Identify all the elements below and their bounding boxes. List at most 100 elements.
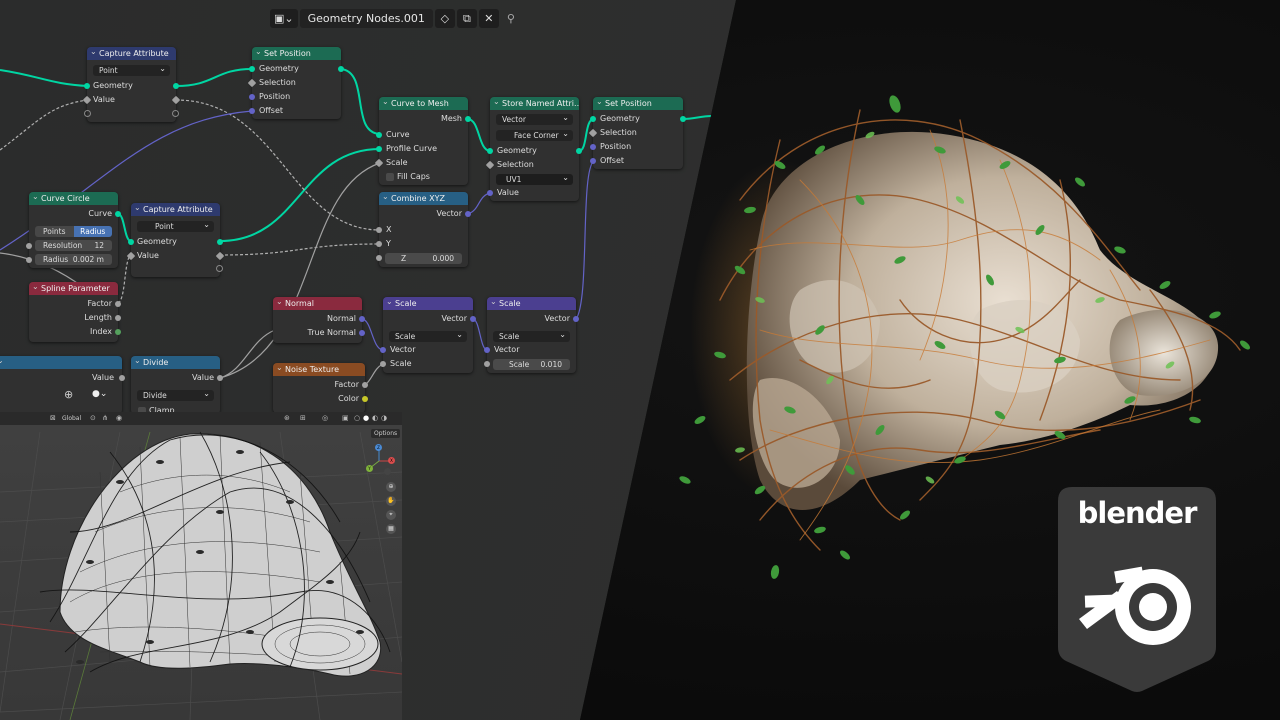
fake-user-icon[interactable]: ◇ xyxy=(434,9,455,28)
vector-output-socket[interactable] xyxy=(465,211,471,217)
geometry-output-socket[interactable] xyxy=(680,116,686,122)
z-field[interactable]: Z 0.000 xyxy=(385,253,462,264)
mode-radius[interactable]: Radius xyxy=(73,226,112,237)
vector-input-socket[interactable] xyxy=(484,347,490,353)
zoom-icon[interactable]: ⊕ xyxy=(64,388,73,401)
curve-input-socket[interactable] xyxy=(376,132,382,138)
orientation-icon[interactable]: ⊠ xyxy=(50,414,56,422)
close-icon[interactable]: ✕ xyxy=(478,9,499,28)
operation-dropdown[interactable]: Divide xyxy=(137,388,214,401)
node-tree-name[interactable]: Geometry Nodes.001 xyxy=(299,9,433,28)
scale-socket[interactable] xyxy=(484,361,490,367)
offset-socket[interactable] xyxy=(590,158,596,164)
mesh-output-socket[interactable] xyxy=(465,116,471,122)
factor-socket[interactable] xyxy=(362,382,368,388)
scale-socket[interactable] xyxy=(380,361,386,367)
domain-dropdown[interactable]: Point xyxy=(93,63,170,76)
overlay-icon[interactable]: ◎ xyxy=(322,414,328,422)
vector-scale-node-2[interactable]: Scale Vector Scale Vector Scale 0.010 xyxy=(484,297,579,373)
extra-output-socket[interactable] xyxy=(216,265,223,272)
store-named-attribute-node[interactable]: Store Named Attri... Vector Face Corner … xyxy=(485,97,582,201)
normal-socket[interactable] xyxy=(359,316,365,322)
domain-dropdown[interactable]: Face Corner xyxy=(496,128,573,141)
snap-icon[interactable]: ⋔ xyxy=(102,414,108,422)
geometry-output-socket[interactable] xyxy=(338,66,344,72)
value-socket[interactable] xyxy=(487,190,493,196)
true-normal-socket[interactable] xyxy=(359,330,365,336)
pin-icon[interactable]: ⚲ xyxy=(501,9,521,28)
combine-xyz-node[interactable]: Combine XYZ Vector X Y Z 0.000 xyxy=(376,192,471,267)
shading-wire-icon[interactable]: ○ xyxy=(354,414,360,422)
geometry-output-socket[interactable] xyxy=(217,239,223,245)
radius-field[interactable]: Radius 0.002 m xyxy=(35,254,112,265)
value-output-socket[interactable] xyxy=(119,375,125,381)
attribute-name-field[interactable]: UV1 xyxy=(496,172,573,185)
shading-rendered-icon[interactable]: ◑ xyxy=(381,414,387,422)
geometry-output-socket[interactable] xyxy=(173,83,179,89)
data-type-dropdown[interactable]: Vector xyxy=(496,112,573,125)
options-dropdown[interactable]: Options xyxy=(371,429,401,438)
orientation-dropdown[interactable]: Global xyxy=(62,415,81,422)
pivot-icon[interactable]: ⊙ xyxy=(90,414,96,422)
gizmo-x[interactable]: X xyxy=(388,457,395,464)
vector-input-socket[interactable] xyxy=(380,347,386,353)
proportional-icon[interactable]: ◉ xyxy=(116,414,122,422)
spline-parameter-node[interactable]: Spline Parameter Factor Length Index xyxy=(29,282,121,342)
mode-toggle[interactable]: Points Radius xyxy=(35,226,112,237)
node-tree-icon[interactable]: ▣⌄ xyxy=(270,9,298,28)
index-socket[interactable] xyxy=(115,329,121,335)
mode-points[interactable]: Points xyxy=(35,226,74,237)
offset-socket[interactable] xyxy=(249,108,255,114)
geometry-output-socket[interactable] xyxy=(576,148,582,154)
length-socket[interactable] xyxy=(115,315,121,321)
operation-dropdown[interactable]: Scale xyxy=(389,329,467,342)
color-socket[interactable] xyxy=(362,396,368,402)
geometry-input-socket[interactable] xyxy=(84,83,90,89)
curve-to-mesh-node[interactable]: Curve to Mesh Mesh Curve Profile Curve S… xyxy=(374,97,471,185)
gizmo-y[interactable]: Y xyxy=(366,465,373,472)
gizmo-z[interactable]: Z xyxy=(375,444,382,451)
fill-caps-checkbox[interactable] xyxy=(386,173,394,181)
capture-attribute-node[interactable]: Capture Attribute Point Geometry Value xyxy=(82,47,181,122)
position-socket[interactable] xyxy=(249,94,255,100)
camera-icon[interactable]: ⌖ xyxy=(386,510,396,520)
resolution-field[interactable]: Resolution 12 xyxy=(35,240,112,251)
shading-dot-icon[interactable]: ●⌄ xyxy=(92,389,107,399)
divide-node[interactable]: Divide Value Divide Clamp xyxy=(131,356,223,415)
zoom-nav-icon[interactable]: ⊕ xyxy=(386,482,396,492)
position-socket[interactable] xyxy=(590,144,596,150)
domain-dropdown[interactable]: Point xyxy=(137,219,214,232)
vector-output-socket[interactable] xyxy=(470,316,476,322)
factor-socket[interactable] xyxy=(115,301,121,307)
x-socket[interactable] xyxy=(376,227,382,233)
normal-node[interactable]: Normal Normal True Normal xyxy=(273,297,365,343)
gizmo-neg[interactable] xyxy=(384,468,391,475)
xray-icon[interactable]: ▣ xyxy=(342,414,349,422)
scale-field[interactable]: Scale 0.010 xyxy=(493,359,570,370)
y-socket[interactable] xyxy=(376,241,382,247)
gizmo-toggle-icon[interactable]: ⊞ xyxy=(300,414,306,422)
curve-circle-node[interactable]: Curve Circle Curve Points Radius Resolut… xyxy=(26,192,121,268)
geometry-input-socket[interactable] xyxy=(128,239,134,245)
extra-input-socket[interactable] xyxy=(84,110,91,117)
set-position-node[interactable]: Set Position Geometry Selection Position… xyxy=(247,47,344,119)
radius-socket[interactable] xyxy=(26,257,32,263)
z-socket[interactable] xyxy=(376,255,382,261)
grid-icon[interactable]: ▦ xyxy=(386,524,396,534)
vector-scale-node[interactable]: Scale Vector Scale Vector Scale xyxy=(380,297,476,373)
value-output-socket[interactable] xyxy=(217,375,223,381)
duplicate-icon[interactable]: ⧉ xyxy=(456,9,477,28)
noise-texture-node[interactable]: Noise Texture Factor Color xyxy=(273,363,368,413)
value-node[interactable]: Value xyxy=(0,356,125,414)
visibility-icon[interactable]: ⊛ xyxy=(284,414,290,422)
pan-hand-icon[interactable]: ✋ xyxy=(386,496,396,506)
geometry-input-socket[interactable] xyxy=(487,148,493,154)
geometry-input-socket[interactable] xyxy=(590,116,596,122)
resolution-socket[interactable] xyxy=(26,243,32,249)
extra-output-socket[interactable] xyxy=(172,110,179,117)
shading-material-icon[interactable]: ◐ xyxy=(372,414,378,422)
geometry-input-socket[interactable] xyxy=(249,66,255,72)
operation-dropdown[interactable]: Scale xyxy=(493,329,570,342)
profile-input-socket[interactable] xyxy=(376,146,382,152)
shading-solid-icon[interactable]: ● xyxy=(363,414,369,422)
